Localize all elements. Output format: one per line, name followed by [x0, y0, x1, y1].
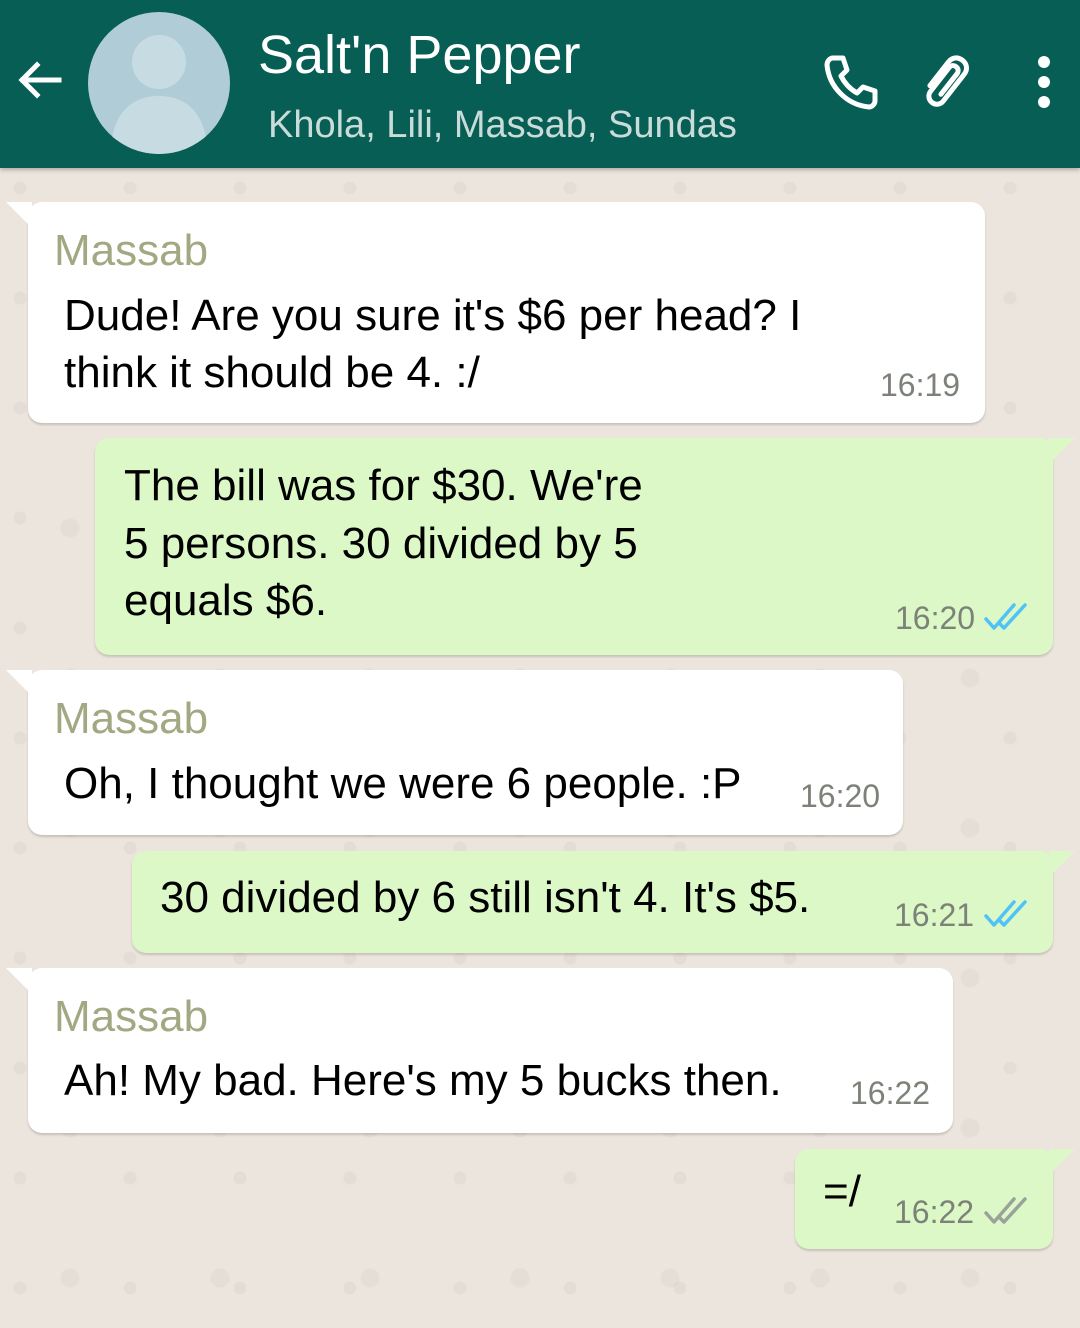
message-bubble-incoming[interactable]: Massab Dude! Are you sure it's $6 per he… [6, 202, 985, 423]
chat-title[interactable]: Salt'n Pepper [258, 24, 581, 86]
message-timestamp: 16:22 [894, 1194, 975, 1230]
message-bubble-outgoing[interactable]: The bill was for $30. We're 5 persons. 3… [95, 438, 1075, 655]
chat-header: Salt'n Pepper Khola, Lili, Massab, Sunda… [0, 0, 1080, 168]
message-text-line: 30 divided by 6 still isn't 4. It's $5. [160, 873, 811, 922]
message-text-line: The bill was for $30. We're [124, 461, 643, 510]
message-text-line: think it should be 4. :/ [64, 348, 480, 397]
message-text-line: Oh, I thought we were 6 people. :P [64, 759, 742, 808]
call-button[interactable] [818, 50, 884, 114]
arrow-left-icon [18, 61, 62, 99]
message-text-line: 5 persons. 30 divided by 5 [124, 519, 638, 568]
message-text-line: equals $6. [124, 576, 328, 625]
message-bubble-incoming[interactable]: Massab Ah! My bad. Here's my 5 bucks the… [6, 968, 953, 1133]
message-bubble-outgoing[interactable]: =/ 16:22 [795, 1149, 1075, 1249]
message-text-line: Ah! My bad. Here's my 5 bucks then. [64, 1056, 782, 1105]
double-check-icon [984, 900, 1027, 927]
message-bubble-outgoing[interactable]: 30 divided by 6 still isn't 4. It's $5. … [132, 851, 1075, 953]
message-text-line: =/ [823, 1167, 861, 1216]
phone-icon [824, 55, 878, 110]
message-timestamp: 16:20 [800, 778, 881, 814]
sender-name: Massab [54, 992, 209, 1041]
attach-button[interactable] [912, 50, 984, 114]
sender-name: Massab [54, 226, 209, 275]
message-text-line: Dude! Are you sure it's $6 per head? I [64, 291, 802, 340]
message-timestamp: 16:19 [880, 367, 961, 403]
paperclip-icon [926, 55, 969, 107]
sender-name: Massab [54, 694, 209, 743]
message-timestamp: 16:22 [850, 1075, 931, 1111]
menu-button[interactable] [1020, 50, 1068, 114]
message-timestamp: 16:20 [895, 600, 976, 636]
message-timestamp: 16:21 [894, 897, 975, 933]
message-bubble-incoming[interactable]: Massab Oh, I thought we were 6 people. :… [6, 670, 903, 835]
more-vert-icon [1038, 56, 1050, 108]
double-check-icon [984, 603, 1027, 630]
chat-participants[interactable]: Khola, Lili, Massab, Sundas [268, 104, 737, 147]
group-avatar[interactable] [88, 12, 230, 154]
group-avatar-icon [110, 35, 208, 154]
double-check-icon [984, 1197, 1027, 1224]
back-button[interactable] [10, 50, 70, 110]
